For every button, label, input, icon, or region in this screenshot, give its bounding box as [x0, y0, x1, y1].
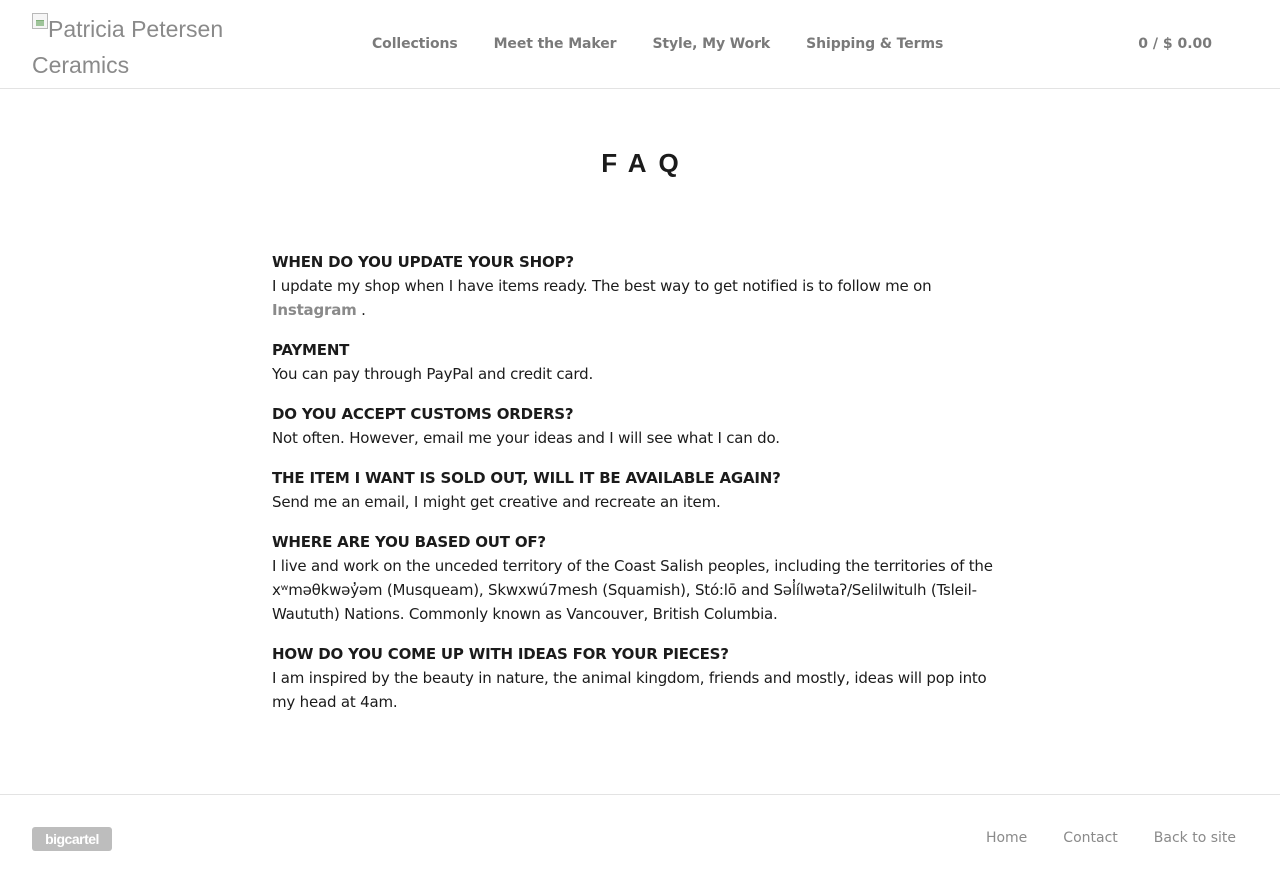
faq-item: THE ITEM I WANT IS SOLD OUT, WILL IT BE …	[272, 466, 1008, 514]
faq-question: THE ITEM I WANT IS SOLD OUT, WILL IT BE …	[272, 469, 781, 487]
faq-item: DO YOU ACCEPT CUSTOMS ORDERS? Not often.…	[272, 402, 1008, 450]
cart-link[interactable]: 0 / $ 0.00	[1138, 33, 1212, 55]
instagram-link[interactable]: Instagram	[272, 301, 357, 319]
site-logo[interactable]: Patricia Petersen Ceramics	[32, 11, 272, 81]
site-header: Patricia Petersen Ceramics Collections M…	[0, 0, 1280, 89]
faq-list: WHEN DO YOU UPDATE YOUR SHOP? I update m…	[272, 250, 1008, 730]
logo-alt-text: Patricia Petersen Ceramics	[32, 16, 224, 78]
footer-link-home[interactable]: Home	[986, 827, 1027, 849]
page-title: FAQ	[601, 148, 691, 178]
faq-item: HOW DO YOU COME UP WITH IDEAS FOR YOUR P…	[272, 642, 1008, 714]
faq-question: HOW DO YOU COME UP WITH IDEAS FOR YOUR P…	[272, 645, 729, 663]
faq-answer: I am inspired by the beauty in nature, t…	[272, 669, 987, 711]
faq-question: WHEN DO YOU UPDATE YOUR SHOP?	[272, 253, 574, 271]
faq-answer-text: I update my shop when I have items ready…	[272, 277, 932, 295]
nav-item-meet-the-maker[interactable]: Meet the Maker	[494, 33, 617, 55]
nav-item-shipping-terms[interactable]: Shipping & Terms	[806, 33, 943, 55]
nav-item-collections[interactable]: Collections	[372, 33, 458, 55]
faq-answer: You can pay through PayPal and credit ca…	[272, 365, 594, 383]
main-nav: Collections Meet the Maker Style, My Wor…	[372, 33, 943, 55]
faq-answer: Send me an email, I might get creative a…	[272, 493, 721, 511]
faq-item: PAYMENT You can pay through PayPal and c…	[272, 338, 1008, 386]
faq-item: WHERE ARE YOU BASED OUT OF? I live and w…	[272, 530, 1008, 626]
faq-question: DO YOU ACCEPT CUSTOMS ORDERS?	[272, 405, 574, 423]
footer-nav: Home Contact Back to site	[986, 827, 1236, 849]
faq-answer: I live and work on the unceded territory…	[272, 557, 993, 623]
faq-question: WHERE ARE YOU BASED OUT OF?	[272, 533, 546, 551]
faq-answer: Not often. However, email me your ideas …	[272, 429, 780, 447]
faq-answer: I update my shop when I have items ready…	[272, 274, 1008, 322]
nav-item-style-my-work[interactable]: Style, My Work	[652, 33, 770, 55]
faq-question: PAYMENT	[272, 341, 350, 359]
faq-item: WHEN DO YOU UPDATE YOUR SHOP? I update m…	[272, 250, 1008, 322]
faq-answer-text-end: .	[356, 301, 366, 319]
footer-link-contact[interactable]: Contact	[1063, 827, 1117, 849]
site-footer: bigcartel Home Contact Back to site	[0, 794, 1280, 896]
broken-image-icon	[32, 13, 48, 29]
footer-link-back-to-site[interactable]: Back to site	[1154, 827, 1236, 849]
bigcartel-badge[interactable]: bigcartel	[32, 827, 112, 851]
